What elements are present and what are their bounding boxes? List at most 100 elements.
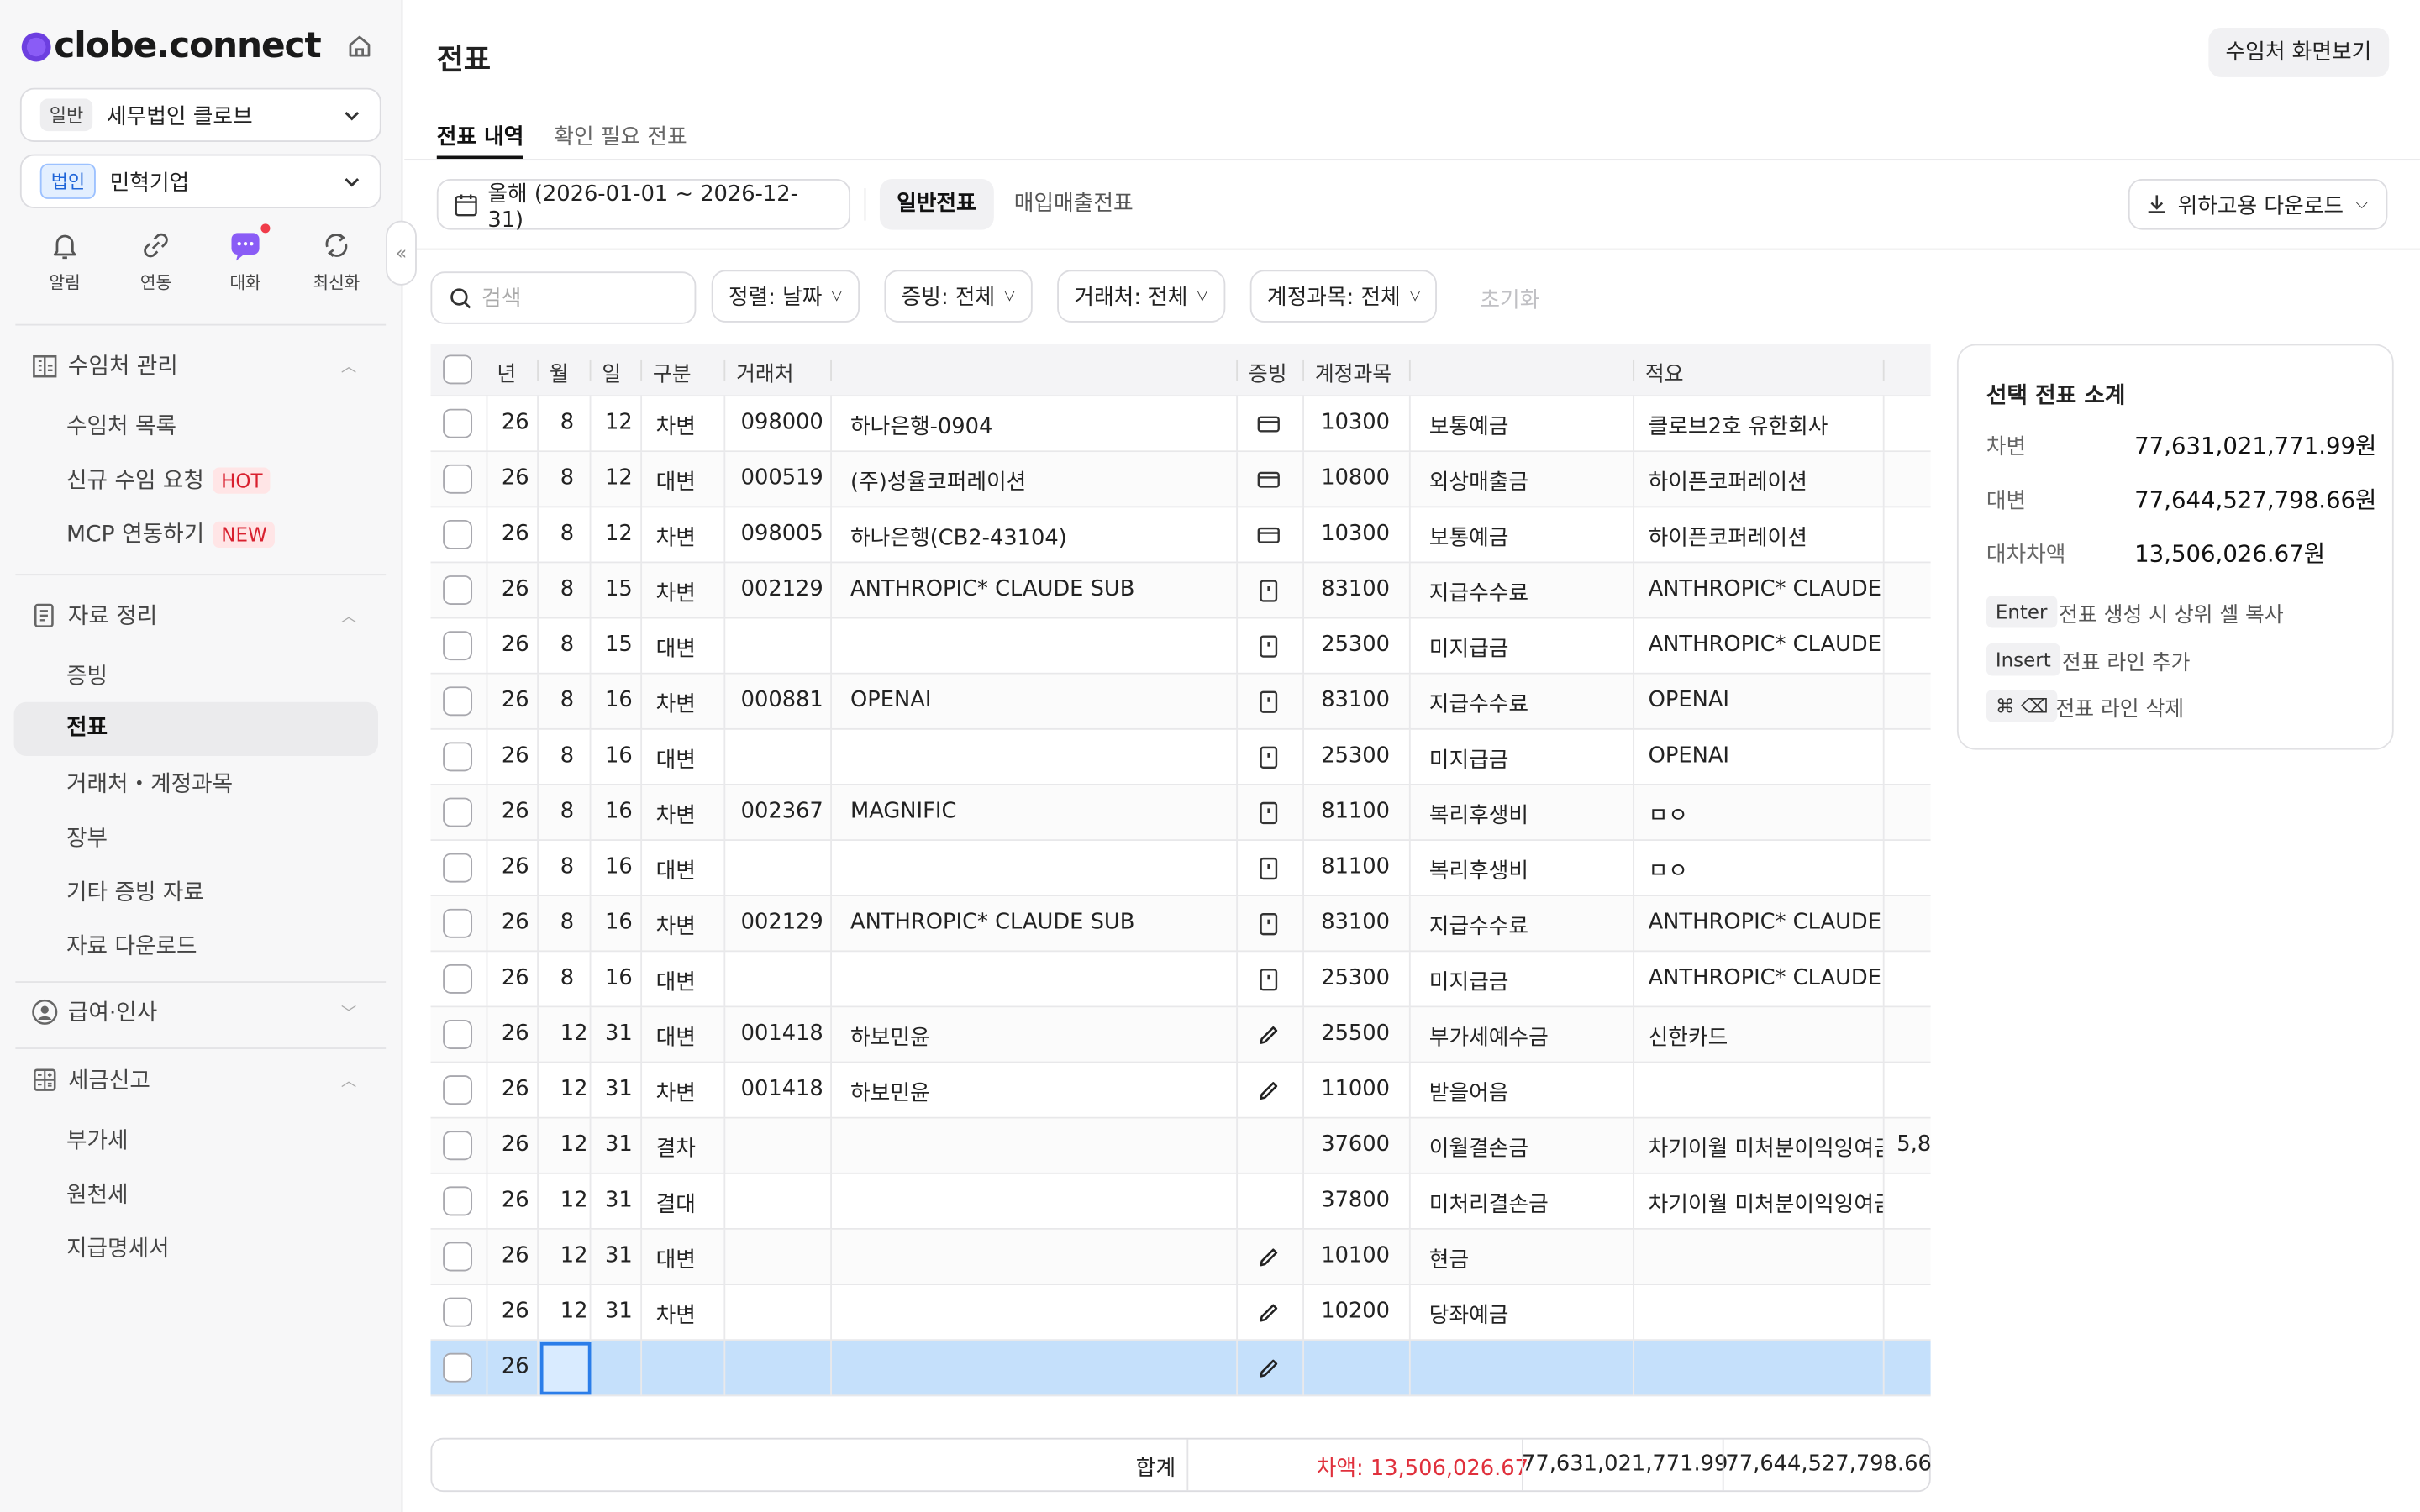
cell-acct-name[interactable]: 미지급금 (1429, 743, 1509, 774)
column-header-month[interactable]: 월 (550, 356, 569, 387)
cell-type[interactable]: 대변 (656, 855, 696, 886)
search-input[interactable]: 검색 (430, 271, 697, 324)
group-data-organize[interactable]: 자료 정리 ︿ (31, 599, 356, 632)
firm-selector[interactable]: 일반 세무법인 클로브 (19, 87, 381, 142)
cell-acct-name[interactable]: 복리후생비 (1429, 799, 1528, 830)
cell-type[interactable]: 결대 (656, 1188, 696, 1219)
quick-alerts[interactable]: 알림 (22, 228, 108, 295)
table-row[interactable]: 26 (430, 1341, 1931, 1397)
cell-code[interactable]: 002367 (741, 799, 823, 823)
cell-day[interactable]: 16 (605, 911, 633, 935)
cell-year[interactable]: 26 (502, 1021, 529, 1046)
row-checkbox[interactable] (443, 908, 473, 938)
column-header-type[interactable]: 구분 (653, 356, 692, 387)
cell-acct-name[interactable]: 현금 (1429, 1243, 1469, 1274)
cell-year[interactable]: 26 (502, 855, 529, 879)
sort-dropdown[interactable]: 정렬: 날짜 ▽ (711, 270, 860, 323)
cell-type[interactable]: 차변 (656, 688, 696, 719)
evidence-card-icon[interactable] (1256, 523, 1281, 554)
cell-memo[interactable]: 하이픈코퍼레이션 (1649, 522, 1883, 553)
sidebar-item-mcp[interactable]: MCP 연동하기 NEW (66, 517, 275, 549)
evidence-card-icon[interactable] (1256, 468, 1281, 499)
column-header-memo[interactable]: 적요 (1645, 356, 1684, 387)
sidebar-item-download[interactable]: 자료 다운로드 (66, 929, 197, 962)
cell-year[interactable]: 26 (502, 522, 529, 546)
row-checkbox[interactable] (443, 1020, 473, 1049)
cell-memo[interactable]: ANTHROPIC* CLAUDE SI (1649, 577, 1883, 601)
group-client-management[interactable]: 수임처 관리 ︿ (31, 349, 356, 381)
cell-year[interactable]: 26 (502, 1243, 529, 1268)
company-selector[interactable]: 법인 민혁기업 (19, 154, 381, 208)
table-row[interactable]: 26 8 16 차변 000881 OPENAI 83100 지급수수료 OPENAI (430, 674, 1931, 730)
row-checkbox[interactable] (443, 575, 473, 605)
table-row[interactable]: 26 8 12 차변 098000 하나은행-0904 10300 보통예금 클로브2호 유한회… (430, 396, 1931, 453)
evidence-receipt-icon[interactable] (1256, 745, 1281, 776)
cell-year[interactable]: 26 (502, 466, 529, 491)
cell-code[interactable]: 001418 (741, 1077, 823, 1101)
column-header-vendor[interactable]: 거래처 (736, 356, 793, 387)
cell-acct-code[interactable]: 25500 (1321, 1021, 1390, 1046)
cell-type[interactable]: 대변 (656, 633, 696, 664)
cell-day[interactable]: 31 (605, 1299, 633, 1324)
cell-acct-name[interactable]: 당좌예금 (1429, 1299, 1509, 1331)
table-row[interactable]: 26 8 15 차변 002129 ANTHROPIC* CLAUDE SUB 83100 지… (430, 563, 1931, 619)
cell-month[interactable]: 12 (560, 1188, 588, 1212)
cell-day[interactable]: 31 (605, 1243, 633, 1268)
cell-vendor[interactable]: ANTHROPIC* CLAUDE SUB (850, 577, 1228, 601)
cell-memo[interactable]: ㅁㅇ (1649, 799, 1883, 830)
cell-month[interactable]: 8 (560, 799, 574, 823)
table-row[interactable]: 26 8 15 대변 25300 미지급금 ANTHROPIC* CLAUDE SI (430, 618, 1931, 675)
cell-year[interactable]: 26 (502, 411, 529, 435)
cell-month[interactable]: 8 (560, 966, 574, 990)
cell-type[interactable]: 결차 (656, 1132, 696, 1163)
cell-day[interactable]: 12 (605, 466, 633, 491)
cell-acct-name[interactable]: 미처리결손금 (1429, 1188, 1549, 1219)
cell-acct-code[interactable]: 83100 (1321, 577, 1390, 601)
cell-acct-code[interactable]: 10800 (1321, 466, 1390, 491)
table-row[interactable]: 26 8 16 대변 25300 미지급금 ANTHROPIC* CLAUDE SI (430, 952, 1931, 1008)
row-checkbox[interactable] (443, 408, 473, 438)
cell-acct-name[interactable]: 복리후생비 (1429, 855, 1528, 886)
cell-year[interactable]: 26 (502, 911, 529, 935)
cell-day[interactable]: 31 (605, 1132, 633, 1157)
cell-acct-code[interactable]: 25300 (1321, 743, 1390, 768)
cell-type[interactable]: 대변 (656, 466, 696, 497)
cell-type[interactable]: 차변 (656, 799, 696, 830)
sidebar-item-evidence[interactable]: 증빙 (66, 659, 108, 691)
cell-day[interactable]: 31 (605, 1021, 633, 1046)
table-row[interactable]: 26 8 12 대변 000519 (주)성율코퍼레이션 10800 외상매출금 하이픈코퍼레이… (430, 452, 1931, 508)
cell-type[interactable]: 차변 (656, 522, 696, 553)
cell-memo[interactable]: 신한카드 (1649, 1021, 1883, 1053)
quick-integrations[interactable]: 연동 (113, 228, 199, 295)
cell-day[interactable]: 15 (605, 577, 633, 601)
cell-memo[interactable]: OPENAI (1649, 743, 1883, 768)
cell-code[interactable]: 001418 (741, 1021, 823, 1046)
cell-vendor[interactable]: (주)성율코퍼레이션 (850, 466, 1228, 497)
row-checkbox[interactable] (443, 519, 473, 549)
cell-type[interactable]: 차변 (656, 1299, 696, 1331)
cell-memo[interactable]: 차기이월 미처분이익잉여금 I (1649, 1132, 1883, 1163)
cell-memo[interactable]: ANTHROPIC* CLAUDE SI (1649, 911, 1883, 935)
cell-day[interactable]: 16 (605, 799, 633, 823)
cell-acct-code[interactable]: 10100 (1321, 1243, 1390, 1268)
cell-month[interactable]: 8 (560, 577, 574, 601)
active-cell-editor[interactable] (539, 1341, 592, 1395)
tab-needs-review[interactable]: 확인 필요 전표 (554, 120, 687, 151)
cell-vendor[interactable]: MAGNIFIC (850, 799, 1228, 823)
cell-day[interactable]: 16 (605, 855, 633, 879)
cell-vendor[interactable]: ANTHROPIC* CLAUDE SUB (850, 911, 1228, 935)
cell-memo[interactable]: ANTHROPIC* CLAUDE SI (1649, 633, 1883, 657)
home-icon[interactable] (345, 33, 373, 60)
cell-acct-name[interactable]: 지급수수료 (1429, 688, 1528, 719)
cell-day[interactable]: 16 (605, 688, 633, 712)
row-checkbox[interactable] (443, 1297, 473, 1327)
row-checkbox[interactable] (443, 686, 473, 717)
cell-type[interactable]: 대변 (656, 966, 696, 997)
cell-acct-code[interactable]: 25300 (1321, 966, 1390, 990)
sidebar-item-other-evidence[interactable]: 기타 증빙 자료 (66, 874, 204, 907)
quick-chat[interactable]: 대화 (203, 223, 289, 295)
sidebar-item-new-request[interactable]: 신규 수임 요청 HOT (66, 463, 271, 496)
sidebar-item-payment-statement[interactable]: 지급명세서 (66, 1231, 170, 1264)
table-row[interactable]: 26 12 31 차변 10200 당좌예금 (430, 1284, 1931, 1341)
cell-vendor[interactable]: 하나은행-0904 (850, 411, 1228, 442)
